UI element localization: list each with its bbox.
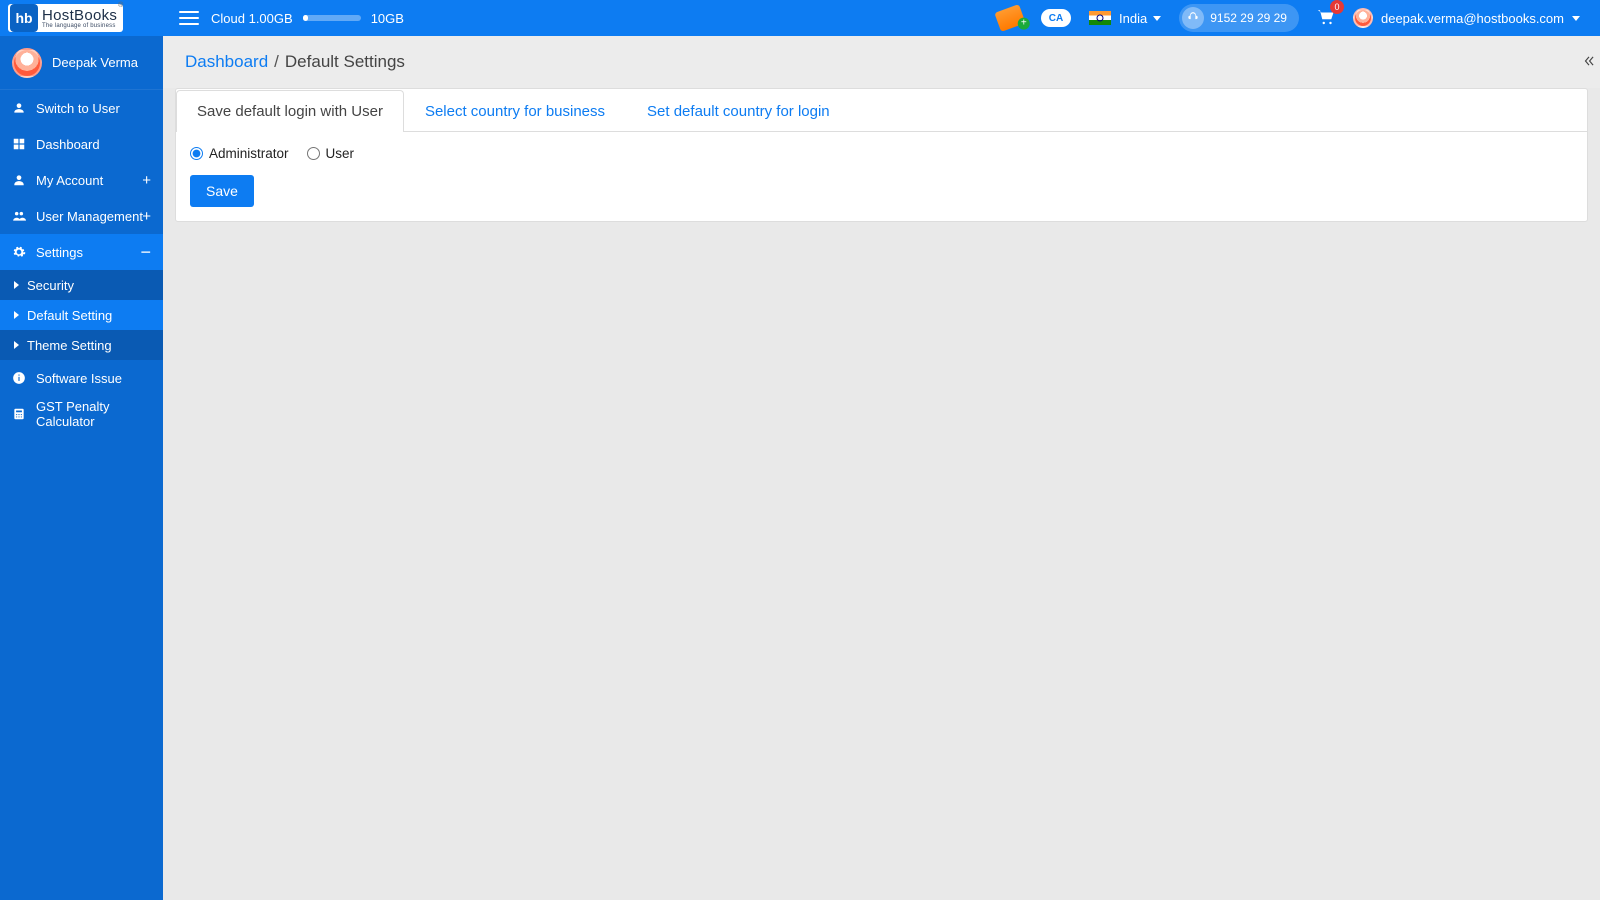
- dashboard-icon: [12, 137, 26, 151]
- gear-icon: [12, 245, 26, 259]
- sidebar-sub-theme-setting[interactable]: Theme Setting: [0, 330, 163, 360]
- tabs: Save default login with User Select coun…: [176, 89, 1587, 132]
- sidebar-user[interactable]: Deepak Verma: [0, 36, 163, 90]
- country-selector[interactable]: India: [1089, 11, 1161, 26]
- radio-user-label[interactable]: User: [326, 146, 355, 161]
- sidebar-item-label: Default Setting: [27, 308, 112, 323]
- chevron-right-icon: [14, 281, 19, 289]
- sidebar-item-user-management[interactable]: User Management +: [0, 198, 163, 234]
- sidebar-item-label: Dashboard: [36, 137, 100, 152]
- chevron-double-left-icon: [1582, 54, 1596, 68]
- sidebar-item-label: Settings: [36, 245, 83, 260]
- tab-default-country-login[interactable]: Set default country for login: [626, 90, 851, 132]
- cloud-total: 10GB: [371, 11, 404, 26]
- cart-button[interactable]: 0: [1317, 9, 1335, 28]
- sidebar-item-label: Theme Setting: [27, 338, 112, 353]
- sidebar-item-label: My Account: [36, 173, 103, 188]
- expand-icon: +: [142, 209, 151, 224]
- support-number: 9152 29 29 29: [1210, 11, 1287, 25]
- chevron-right-icon: [14, 311, 19, 319]
- sidebar-item-dashboard[interactable]: Dashboard: [0, 126, 163, 162]
- collapse-icon: −: [140, 243, 151, 261]
- radio-administrator-label[interactable]: Administrator: [209, 146, 289, 161]
- tab-default-login[interactable]: Save default login with User: [176, 90, 404, 132]
- user-icon: [12, 101, 26, 115]
- breadcrumb-current: Default Settings: [285, 52, 405, 72]
- sidebar-user-name: Deepak Verma: [52, 55, 138, 70]
- chevron-down-icon: [1153, 16, 1161, 21]
- sidebar-item-label: Software Issue: [36, 371, 122, 386]
- info-icon: [12, 371, 26, 385]
- chevron-right-icon: [14, 341, 19, 349]
- panel-collapse-button[interactable]: [1580, 52, 1598, 70]
- content-area: Save default login with User Select coun…: [163, 88, 1600, 900]
- save-button[interactable]: Save: [190, 175, 254, 207]
- sidebar-item-software-issue[interactable]: Software Issue: [0, 360, 163, 396]
- breadcrumb: Dashboard / Default Settings: [163, 36, 1600, 88]
- sidebar-sub-default-setting[interactable]: Default Setting: [0, 300, 163, 330]
- user-email: deepak.verma@hostbooks.com: [1381, 11, 1564, 26]
- sidebar-item-label: Security: [27, 278, 74, 293]
- sidebar-item-label: Switch to User: [36, 101, 120, 116]
- sidebar-item-label: User Management: [36, 209, 143, 224]
- expand-icon: +: [142, 173, 151, 188]
- sidebar-item-gst-calculator[interactable]: GST Penalty Calculator: [0, 396, 163, 432]
- chevron-down-icon: [1572, 16, 1580, 21]
- user-menu[interactable]: deepak.verma@hostbooks.com: [1353, 8, 1580, 28]
- cart-count-badge: 0: [1330, 0, 1344, 14]
- radio-user[interactable]: [307, 147, 320, 160]
- cloud-label: Cloud 1.00GB: [211, 11, 293, 26]
- logo-mark: hb: [10, 4, 38, 32]
- sidebar-sub-security[interactable]: Security: [0, 270, 163, 300]
- sidebar: Deepak Verma Switch to User Dashboard My…: [0, 36, 163, 900]
- flag-india-icon: [1089, 11, 1111, 25]
- users-icon: [12, 209, 26, 223]
- support-icon: [1182, 7, 1204, 29]
- country-label: India: [1119, 11, 1147, 26]
- breadcrumb-separator: /: [274, 52, 279, 72]
- settings-card: Save default login with User Select coun…: [175, 88, 1588, 222]
- tab-country-business[interactable]: Select country for business: [404, 90, 626, 132]
- sidebar-item-label: GST Penalty Calculator: [36, 399, 151, 429]
- ca-badge[interactable]: CA: [1041, 9, 1071, 27]
- login-type-radios: Administrator User: [190, 146, 1573, 161]
- account-icon: [12, 173, 26, 187]
- sidebar-item-settings[interactable]: Settings −: [0, 234, 163, 270]
- avatar-icon: [1353, 8, 1373, 28]
- logo-text: HostBooks The language of business: [42, 8, 117, 29]
- menu-toggle-icon[interactable]: [179, 11, 199, 25]
- breadcrumb-root-link[interactable]: Dashboard: [185, 52, 268, 72]
- brand-logo[interactable]: hb HostBooks The language of business: [0, 0, 163, 36]
- calculator-icon: [12, 407, 26, 421]
- settings-submenu: Security Default Setting Theme Setting: [0, 270, 163, 360]
- sidebar-item-switch-user[interactable]: Switch to User: [0, 90, 163, 126]
- main: Dashboard / Default Settings Save defaul…: [163, 36, 1600, 900]
- support-phone[interactable]: 9152 29 29 29: [1179, 4, 1299, 32]
- radio-administrator[interactable]: [190, 147, 203, 160]
- cloud-usage: Cloud 1.00GB 10GB: [211, 11, 404, 26]
- sidebar-item-my-account[interactable]: My Account +: [0, 162, 163, 198]
- ticket-icon[interactable]: +: [994, 4, 1025, 32]
- cloud-usage-bar: [303, 15, 361, 21]
- avatar-icon: [12, 48, 42, 78]
- topbar: hb HostBooks The language of business Cl…: [0, 0, 1600, 36]
